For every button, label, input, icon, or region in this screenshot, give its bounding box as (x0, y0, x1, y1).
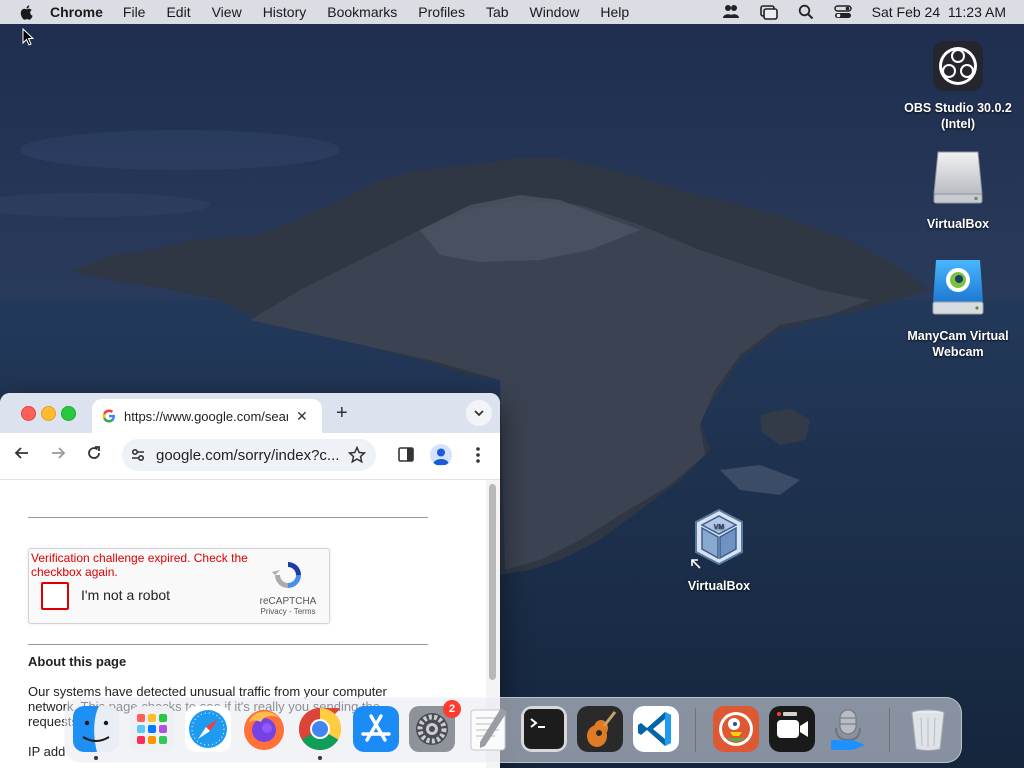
recaptcha-icon (272, 562, 301, 588)
recaptcha-privacy-terms-link[interactable]: Privacy - Terms (253, 607, 323, 616)
desktop-icon-virtualbox-drive[interactable]: VirtualBox (898, 148, 1018, 232)
apple-menu-icon[interactable] (18, 3, 36, 21)
address-bar[interactable]: google.com/sorry/index?c... (122, 439, 376, 471)
menubar: Chrome File Edit View History Bookmarks … (0, 0, 1024, 24)
dock-running-indicator (94, 756, 98, 760)
window-minimize-button[interactable] (41, 406, 56, 421)
dock-launchpad-icon[interactable] (129, 706, 175, 752)
spotlight-search-icon[interactable] (798, 4, 814, 20)
people-status-icon[interactable] (722, 4, 740, 20)
tab-google-search[interactable]: https://www.google.com/search ✕ (92, 399, 322, 433)
dock-terminal-icon[interactable] (521, 706, 567, 752)
control-center-icon[interactable] (833, 4, 852, 20)
recaptcha-brand: reCAPTCHA (259, 596, 317, 607)
virtualbox-icon: VM (691, 508, 743, 569)
dock-system-settings[interactable]: 2 (409, 700, 461, 752)
profile-avatar-button[interactable] (430, 444, 452, 466)
dock-duckduckgo-icon[interactable] (713, 706, 759, 752)
menu-file[interactable]: File (123, 4, 146, 20)
menu-bookmarks[interactable]: Bookmarks (327, 4, 397, 20)
divider (28, 517, 428, 518)
menu-window[interactable]: Window (530, 4, 580, 20)
recaptcha-logo: reCAPTCHA Privacy - Terms (253, 559, 323, 616)
address-bar-url: google.com/sorry/index?c... (156, 446, 340, 464)
back-button[interactable] (14, 445, 30, 461)
forward-button[interactable] (50, 445, 66, 461)
desktop-icon-label: VirtualBox (926, 217, 990, 231)
recaptcha-label: I'm not a robot (81, 587, 171, 603)
desktop-icon-label: OBS Studio 30.0.2 (Intel) (904, 101, 1012, 131)
ip-address-text: IP add (28, 744, 66, 759)
drive-icon (933, 151, 983, 204)
dock-app-store-icon[interactable] (353, 706, 399, 752)
notification-badge: 2 (443, 700, 461, 718)
scrollbar-thumb[interactable] (489, 484, 496, 680)
dock-firefox-icon[interactable] (241, 706, 287, 752)
site-info-icon[interactable] (130, 447, 146, 463)
more-menu-icon[interactable] (476, 446, 480, 464)
dock-separator (889, 708, 890, 752)
profile-person-icon (433, 448, 449, 465)
dock-separator (695, 708, 696, 752)
mouse-cursor-icon (22, 28, 34, 46)
dock-trash-icon[interactable] (905, 706, 951, 752)
chevron-down-icon (474, 410, 484, 417)
divider (28, 644, 428, 645)
menu-tab[interactable]: Tab (486, 4, 509, 20)
dock-finder-icon[interactable] (73, 706, 119, 752)
browser-toolbar: google.com/sorry/index?c... (0, 433, 500, 480)
svg-text:VM: VM (714, 524, 725, 531)
bookmark-star-icon[interactable] (348, 446, 366, 464)
desktop-icon-manycam[interactable]: ManyCam Virtual Webcam (898, 258, 1018, 360)
recaptcha-checkbox[interactable] (41, 582, 69, 610)
menu-help[interactable]: Help (600, 4, 629, 20)
menu-view[interactable]: View (212, 4, 242, 20)
desktop-icon-virtualbox-app[interactable]: VM VirtualBox (659, 508, 779, 594)
menubar-clock[interactable]: Sat Feb 24 11:23 AM (872, 4, 1006, 20)
tab-strip: https://www.google.com/search ✕ + (0, 393, 500, 433)
tab-search-button[interactable] (466, 400, 492, 426)
dock-mp3-recorder-icon[interactable] (825, 706, 871, 752)
dock-vscode-icon[interactable] (633, 706, 679, 752)
about-page-heading: About this page (28, 654, 127, 669)
manycam-icon (932, 260, 984, 315)
side-panel-icon[interactable] (398, 447, 414, 462)
reload-button[interactable] (86, 445, 102, 461)
window-close-button[interactable] (21, 406, 36, 421)
dock-running-indicator (318, 756, 322, 760)
menu-profiles[interactable]: Profiles (418, 4, 465, 20)
recaptcha-widget: Verification challenge expired. Check th… (28, 548, 330, 624)
obs-icon (933, 41, 983, 91)
desktop-icon-obs[interactable]: OBS Studio 30.0.2 (Intel) (898, 40, 1018, 132)
tab-title: https://www.google.com/search (124, 408, 288, 424)
dock-chrome-icon[interactable] (297, 706, 343, 752)
recaptcha-error-text: Verification challenge expired. Check th… (31, 551, 248, 579)
screen-mirroring-icon[interactable] (759, 4, 778, 20)
menu-history[interactable]: History (263, 4, 307, 20)
menu-edit[interactable]: Edit (166, 4, 190, 20)
window-zoom-button[interactable] (61, 406, 76, 421)
dock-safari-icon[interactable] (185, 706, 231, 752)
dock: 2 (64, 697, 962, 763)
dock-screen-recorder-icon[interactable] (769, 706, 815, 752)
desktop-icon-label: VirtualBox (687, 579, 751, 593)
new-tab-button[interactable]: + (336, 402, 348, 425)
tab-close-icon[interactable]: ✕ (296, 408, 308, 425)
dock-textedit-icon[interactable] (465, 706, 511, 752)
menu-app-name[interactable]: Chrome (50, 4, 103, 20)
dock-garageband-icon[interactable] (577, 706, 623, 752)
google-favicon-icon (102, 409, 115, 423)
desktop-icon-label: ManyCam Virtual Webcam (907, 329, 1009, 359)
